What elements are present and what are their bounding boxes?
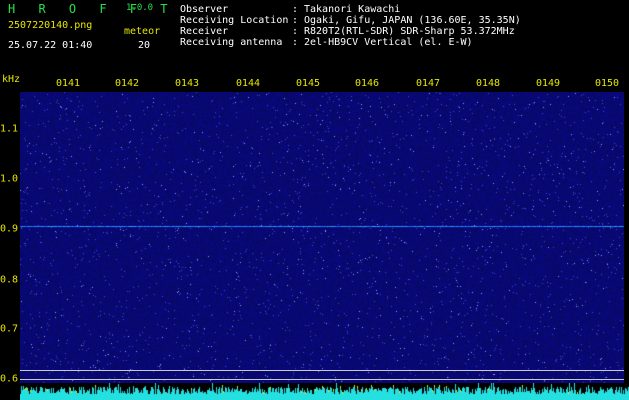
reference-line	[20, 379, 624, 380]
reference-line	[20, 370, 624, 371]
freq-tick-label: 1.0	[0, 173, 19, 185]
info-value: R820T2(RTL-SDR) SDR-Sharp 53.372MHz	[304, 26, 515, 37]
time-tick-label: 0149	[535, 78, 561, 89]
time-tick-label: 0146	[354, 78, 380, 89]
info-row-location: Receiving Location : Ogaki, Gifu, JAPAN …	[180, 15, 521, 26]
freq-tick-label: 0.9	[0, 223, 19, 235]
time-tick-label: 0144	[235, 78, 261, 89]
time-axis: 0141 0142 0143 0144 0145 0146 0147 0148 …	[0, 78, 629, 92]
info-separator: :	[292, 37, 299, 48]
info-row-receiver: Receiver : R820T2(RTL-SDR) SDR-Sharp 53.…	[180, 26, 521, 37]
station-info-table: Observer : Takanori Kawachi Receiving Lo…	[180, 4, 521, 48]
header-panel: H R O F F T 1.0.0 2507220140.png 25.07.2…	[0, 0, 629, 72]
info-key: Observer	[180, 4, 229, 15]
info-key: Receiver	[180, 26, 229, 37]
timestamp-label: 25.07.22 01:40	[8, 40, 93, 51]
info-value: Takanori Kawachi	[304, 4, 401, 15]
info-key: Receiving Location	[180, 15, 289, 26]
info-row-observer: Observer : Takanori Kawachi	[180, 4, 521, 15]
time-tick-label: 0148	[475, 78, 501, 89]
meteor-label: meteor	[124, 26, 161, 37]
time-tick-label: 0145	[295, 78, 321, 89]
freq-tick-label: 0.7	[0, 323, 19, 335]
info-separator: :	[292, 15, 299, 26]
freq-tick-label: 0.6	[0, 373, 19, 385]
waterfall-spectrogram	[20, 92, 624, 390]
time-tick-label: 0141	[55, 78, 81, 89]
info-value: Ogaki, Gifu, JAPAN (136.60E, 35.35N)	[304, 15, 521, 26]
time-tick-label: 0143	[174, 78, 200, 89]
info-key: Receiving antenna	[180, 37, 283, 48]
signal-spectrum-strip	[20, 383, 629, 400]
freq-tick-label: 0.8	[0, 274, 19, 286]
info-separator: :	[292, 26, 299, 37]
freq-tick-label: 1.1	[0, 123, 19, 135]
time-tick-label: 0147	[415, 78, 441, 89]
time-tick-label: 0142	[114, 78, 140, 89]
meteor-count: 20	[138, 40, 151, 51]
info-separator: :	[292, 4, 299, 15]
filename-label: 2507220140.png	[8, 20, 93, 31]
version-label: 1.0.0	[126, 3, 154, 13]
time-tick-label: 0150	[594, 78, 620, 89]
info-row-antenna: Receiving antenna : 2el-HB9CV Vertical (…	[180, 37, 521, 48]
info-value: 2el-HB9CV Vertical (el. E-W)	[304, 37, 473, 48]
